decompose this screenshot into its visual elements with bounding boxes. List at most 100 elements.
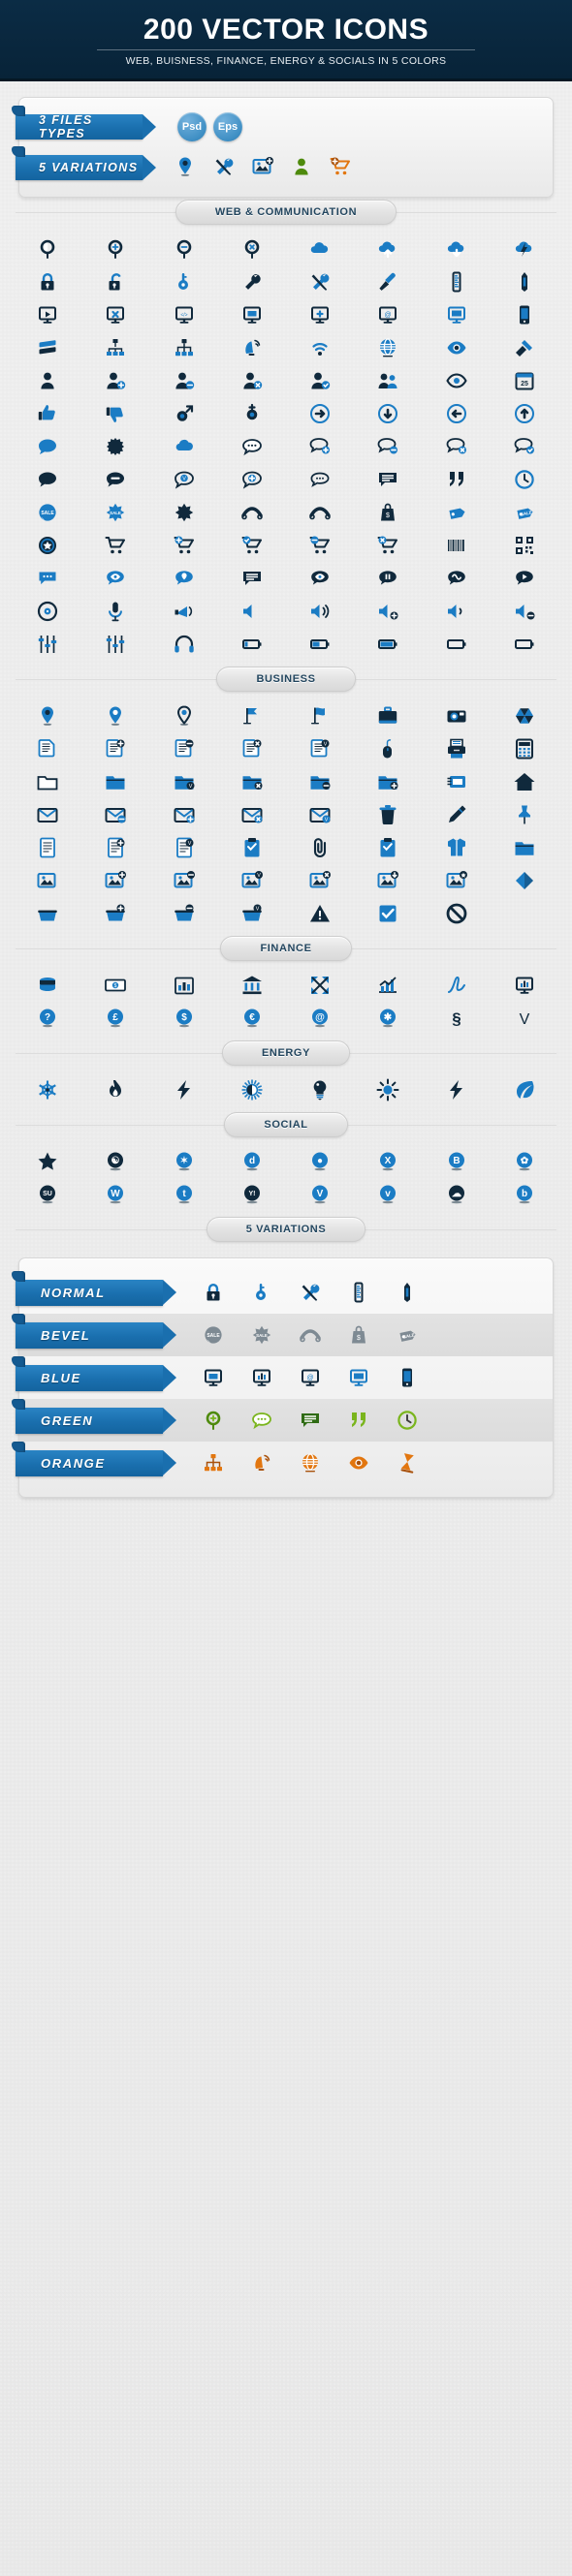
price-tag-sale-icon[interactable]: SALE bbox=[394, 1321, 421, 1349]
monitor-add-icon[interactable] bbox=[286, 298, 354, 331]
users-group-icon[interactable] bbox=[354, 364, 422, 397]
bubble-plus-icon[interactable] bbox=[218, 463, 286, 496]
volume-add-icon[interactable] bbox=[354, 595, 422, 628]
pen-nib-icon[interactable] bbox=[423, 798, 491, 831]
battery-half-icon[interactable] bbox=[286, 628, 354, 661]
lightning-icon[interactable] bbox=[423, 1073, 491, 1106]
server-icon[interactable] bbox=[14, 331, 81, 364]
cloud-bubble-icon[interactable] bbox=[150, 430, 218, 463]
female-symbol-icon[interactable] bbox=[218, 397, 286, 430]
dribbble-icon[interactable]: ● bbox=[286, 1145, 354, 1178]
magnifier-close-icon[interactable] bbox=[218, 233, 286, 265]
thumbs-up-icon[interactable] bbox=[14, 397, 81, 430]
image-star-icon[interactable] bbox=[423, 864, 491, 897]
lock-open-icon[interactable] bbox=[81, 265, 149, 298]
bar-chart-icon[interactable] bbox=[150, 969, 218, 1002]
equalizer-icon[interactable] bbox=[14, 628, 81, 661]
chat-bubble-icon[interactable] bbox=[248, 1407, 275, 1434]
envelope-icon[interactable] bbox=[14, 798, 81, 831]
chat-check-icon[interactable] bbox=[491, 430, 558, 463]
bolt-icon[interactable] bbox=[150, 1073, 218, 1106]
location-bubble-icon[interactable] bbox=[150, 562, 218, 595]
pencil-icon[interactable] bbox=[394, 1279, 421, 1306]
trash-icon[interactable] bbox=[354, 798, 422, 831]
magnifier-minus-icon[interactable] bbox=[150, 233, 218, 265]
basket-remove-icon[interactable] bbox=[150, 897, 218, 930]
wrench-icon[interactable] bbox=[218, 265, 286, 298]
envelope-check-icon[interactable]: V bbox=[286, 798, 354, 831]
bubble-filled-icon[interactable] bbox=[14, 463, 81, 496]
ribbon-curve-icon[interactable] bbox=[286, 496, 354, 529]
monitor-blue-icon[interactable] bbox=[423, 298, 491, 331]
speaker-icon[interactable] bbox=[218, 595, 286, 628]
basket-icon[interactable] bbox=[14, 897, 81, 930]
wave-bubble-icon[interactable] bbox=[423, 562, 491, 595]
user-close-icon[interactable] bbox=[218, 364, 286, 397]
battery-empty-icon[interactable] bbox=[423, 628, 491, 661]
monitor-chart-icon[interactable] bbox=[491, 969, 558, 1002]
file-type-chip[interactable]: Psd bbox=[177, 112, 207, 141]
digg-icon[interactable]: d bbox=[218, 1145, 286, 1178]
cloud-icon[interactable] bbox=[286, 233, 354, 265]
document-remove-icon[interactable] bbox=[150, 732, 218, 765]
folder-close-icon[interactable] bbox=[218, 765, 286, 798]
chat-add-icon[interactable] bbox=[286, 430, 354, 463]
quote-icon[interactable] bbox=[423, 463, 491, 496]
contrast-sun-icon[interactable] bbox=[218, 1073, 286, 1106]
calendar-25-icon[interactable]: 25 bbox=[491, 364, 558, 397]
starburst-icon[interactable] bbox=[150, 496, 218, 529]
stumbleupon-icon[interactable]: SU bbox=[14, 1178, 81, 1211]
sticker-sale-icon[interactable]: SALE bbox=[200, 1321, 227, 1349]
briefcase-icon[interactable] bbox=[354, 699, 422, 732]
notebook-add-icon[interactable] bbox=[81, 831, 149, 864]
bank-icon[interactable] bbox=[218, 969, 286, 1002]
microphone-icon[interactable] bbox=[81, 595, 149, 628]
cart-remove-icon[interactable] bbox=[286, 529, 354, 562]
megaphone-icon[interactable] bbox=[150, 595, 218, 628]
map-pin-icon[interactable] bbox=[14, 699, 81, 732]
battery-low-icon[interactable] bbox=[218, 628, 286, 661]
starburst-sale-icon[interactable]: SALE bbox=[81, 496, 149, 529]
play-bubble-icon[interactable] bbox=[491, 562, 558, 595]
price-tag-icon[interactable] bbox=[423, 496, 491, 529]
technorati-icon[interactable]: t bbox=[150, 1178, 218, 1211]
document-add-icon[interactable] bbox=[81, 732, 149, 765]
warning-icon[interactable] bbox=[286, 897, 354, 930]
satellite-dish-icon[interactable] bbox=[218, 331, 286, 364]
sticker-sale-icon[interactable]: SALE bbox=[14, 496, 81, 529]
eye-icon[interactable] bbox=[345, 1449, 372, 1476]
price-tag-sale-icon[interactable]: SALE bbox=[491, 496, 558, 529]
cloud-upload-icon[interactable] bbox=[354, 233, 422, 265]
image-icon[interactable] bbox=[14, 864, 81, 897]
price-bag-icon[interactable]: $ bbox=[354, 496, 422, 529]
user-icon[interactable] bbox=[14, 364, 81, 397]
folder-check-icon[interactable]: V bbox=[150, 765, 218, 798]
question-coin-icon[interactable]: ? bbox=[14, 1002, 81, 1035]
monitor-window-icon[interactable] bbox=[218, 298, 286, 331]
user-remove-icon[interactable] bbox=[150, 364, 218, 397]
globe-icon[interactable] bbox=[354, 331, 422, 364]
asterisk-coin-icon[interactable]: ✱ bbox=[354, 1002, 422, 1035]
flame-icon[interactable] bbox=[81, 1073, 149, 1106]
snowflake-icon[interactable] bbox=[14, 1073, 81, 1106]
cloud-flash-icon[interactable] bbox=[491, 233, 558, 265]
flickr-icon[interactable]: ✶ bbox=[150, 1145, 218, 1178]
comment-lines-icon[interactable] bbox=[354, 463, 422, 496]
checkmark-v-icon[interactable]: V bbox=[491, 1002, 558, 1035]
sitemap-icon[interactable] bbox=[150, 331, 218, 364]
pen-icon[interactable] bbox=[491, 265, 558, 298]
image-check-icon[interactable]: V bbox=[218, 864, 286, 897]
arrow-left-circle-icon[interactable] bbox=[423, 397, 491, 430]
network-icon[interactable] bbox=[81, 331, 149, 364]
thumbs-down-icon[interactable] bbox=[81, 397, 149, 430]
monitor-chart-icon[interactable] bbox=[248, 1364, 275, 1391]
cart-add-icon[interactable] bbox=[150, 529, 218, 562]
chat-close-icon[interactable] bbox=[423, 430, 491, 463]
ribbon-curve-icon[interactable] bbox=[297, 1321, 324, 1349]
calculator-icon[interactable] bbox=[491, 732, 558, 765]
arrow-up-circle-icon[interactable] bbox=[491, 397, 558, 430]
wordpress-icon[interactable]: W bbox=[81, 1178, 149, 1211]
monitor-blue-icon[interactable] bbox=[345, 1364, 372, 1391]
monitor-play-icon[interactable] bbox=[14, 298, 81, 331]
chat-solid-icon[interactable] bbox=[218, 562, 286, 595]
